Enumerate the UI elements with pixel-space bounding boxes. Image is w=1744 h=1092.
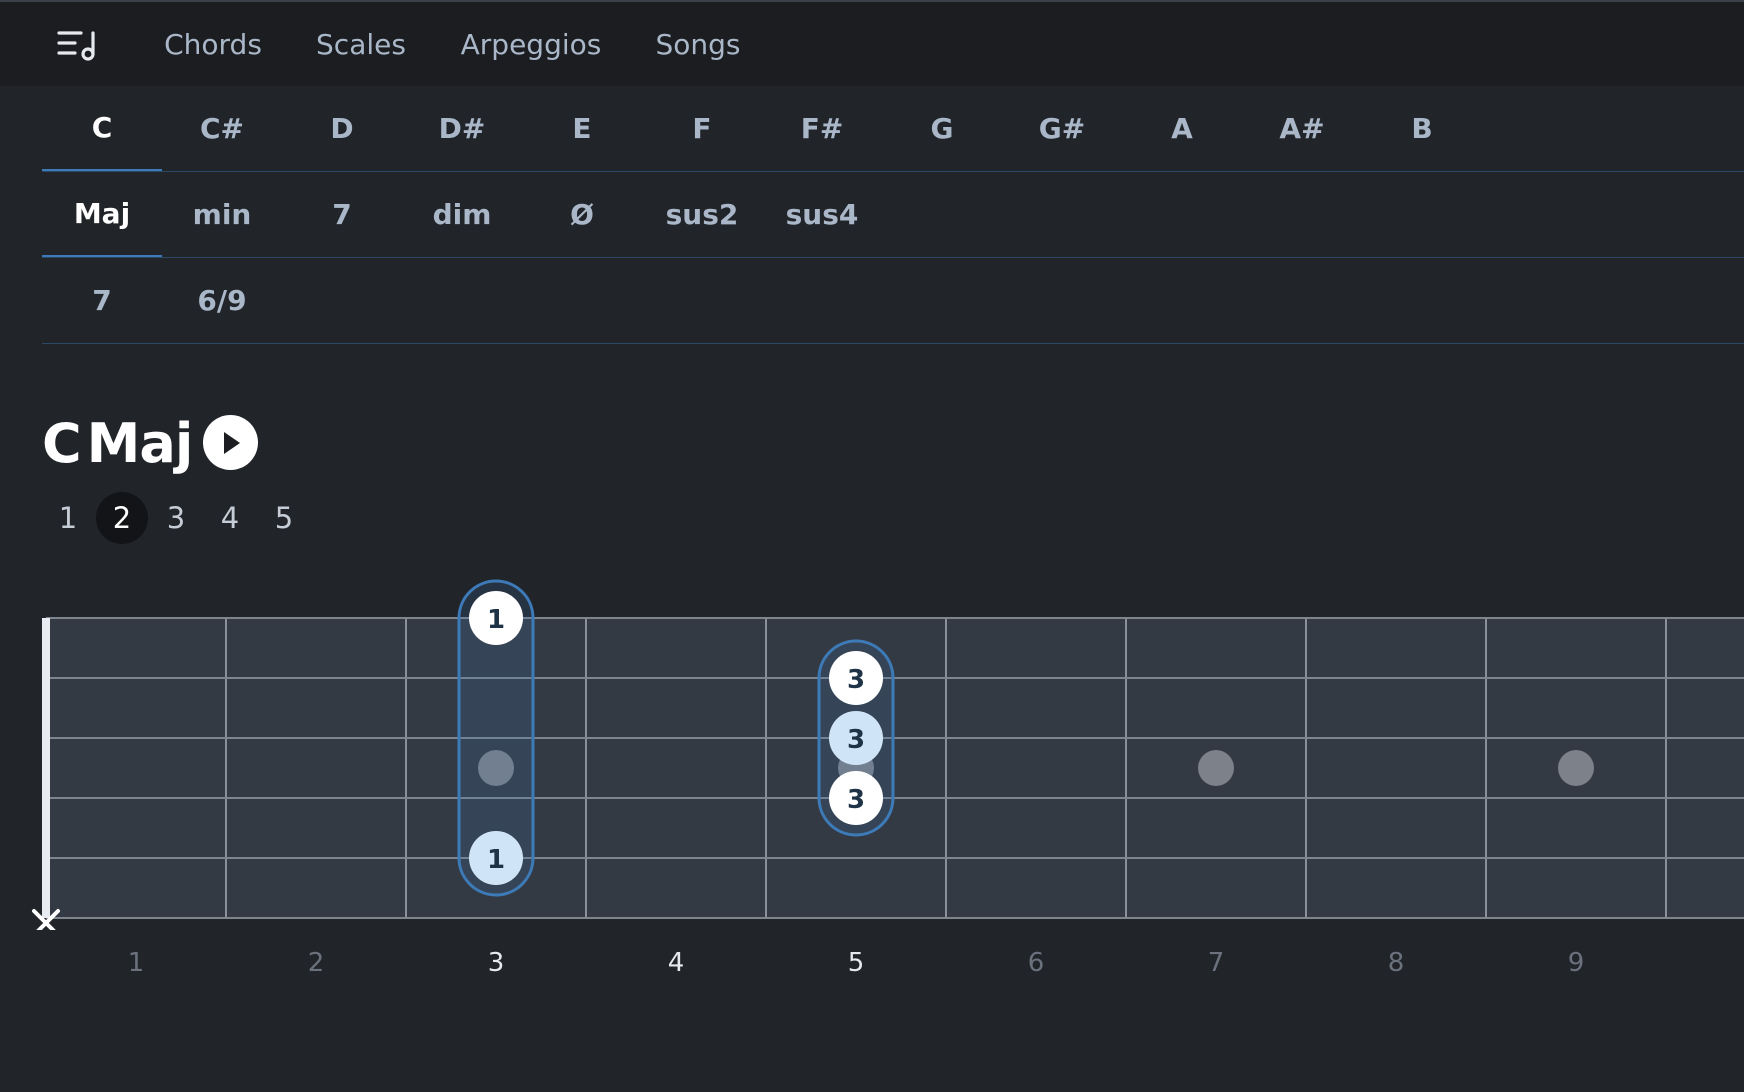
root-g[interactable]: G — [882, 86, 1002, 171]
extension-6-9[interactable]: 6/9 — [162, 258, 282, 343]
tab-arpeggios[interactable]: Arpeggios — [452, 2, 610, 86]
root-d-sharp[interactable]: D# — [402, 86, 522, 171]
top-nav: Chords Scales Arpeggios Songs — [0, 0, 1744, 86]
tab-chords[interactable]: Chords — [136, 2, 290, 86]
extension-7[interactable]: 7 — [42, 258, 162, 343]
fretboard: 1 1 3 3 3 — [32, 579, 1744, 930]
quality-selector: Maj min 7 dim Ø sus2 sus4 — [42, 172, 1744, 258]
chord-root-label: C — [42, 411, 82, 475]
tab-songs[interactable]: Songs — [645, 2, 751, 86]
quality-7[interactable]: 7 — [282, 172, 402, 257]
tab-scales[interactable]: Scales — [306, 2, 416, 86]
fret-number-label: 5 — [847, 948, 865, 978]
root-a-sharp[interactable]: A# — [1242, 86, 1362, 171]
quality-min[interactable]: min — [162, 172, 282, 257]
fret-number-label: 3 — [487, 948, 505, 978]
root-d[interactable]: D — [282, 86, 402, 171]
fretboard-surface — [46, 618, 1744, 918]
nut — [42, 618, 50, 918]
note-finger-label: 3 — [847, 785, 865, 815]
fret-number-label: 1 — [127, 948, 145, 978]
quality-dim[interactable]: dim — [402, 172, 522, 257]
voicing-4[interactable]: 4 — [204, 492, 256, 544]
quality-sus4[interactable]: sus4 — [762, 172, 882, 257]
quality-sus2[interactable]: sus2 — [642, 172, 762, 257]
root-f-sharp[interactable]: F# — [762, 86, 882, 171]
root-f[interactable]: F — [642, 86, 762, 171]
root-e[interactable]: E — [522, 86, 642, 171]
quality-half-dim[interactable]: Ø — [522, 172, 642, 257]
fret-number-label: 6 — [1027, 948, 1045, 978]
extension-selector: 7 6/9 — [42, 258, 1744, 344]
quality-maj[interactable]: Maj — [42, 172, 162, 257]
note-finger-label: 3 — [847, 665, 865, 695]
voicing-5[interactable]: 5 — [258, 492, 310, 544]
voicing-1[interactable]: 1 — [42, 492, 94, 544]
note-finger-label: 1 — [487, 845, 505, 875]
root-c[interactable]: C — [42, 86, 162, 171]
chord-title: C Maj — [42, 408, 194, 478]
voicing-3[interactable]: 3 — [150, 492, 202, 544]
root-g-sharp[interactable]: G# — [1002, 86, 1122, 171]
voicing-2[interactable]: 2 — [96, 492, 148, 544]
fret-inlay-dot — [1198, 750, 1234, 786]
play-button[interactable] — [203, 415, 258, 470]
fret-number-label: 7 — [1207, 948, 1225, 978]
root-c-sharp[interactable]: C# — [162, 86, 282, 171]
fret-number-label: 9 — [1567, 948, 1585, 978]
fret-number-label: 4 — [667, 948, 685, 978]
root-a[interactable]: A — [1122, 86, 1242, 171]
root-selector: C C# D D# E F F# G G# A A# B — [42, 86, 1744, 172]
chord-quality-label: Maj — [86, 411, 194, 475]
note-finger-label: 3 — [847, 725, 865, 755]
note-finger-label: 1 — [487, 605, 505, 635]
fret-number-label: 2 — [307, 948, 325, 978]
root-b[interactable]: B — [1362, 86, 1482, 171]
menu-music-icon — [57, 31, 95, 61]
fret-inlay-dot — [1558, 750, 1594, 786]
fret-number-label: 8 — [1387, 948, 1405, 978]
menu-button[interactable] — [48, 20, 108, 70]
play-icon — [223, 431, 240, 454]
app-root: Chords Scales Arpeggios Songs C C# D D# … — [0, 0, 1744, 1092]
